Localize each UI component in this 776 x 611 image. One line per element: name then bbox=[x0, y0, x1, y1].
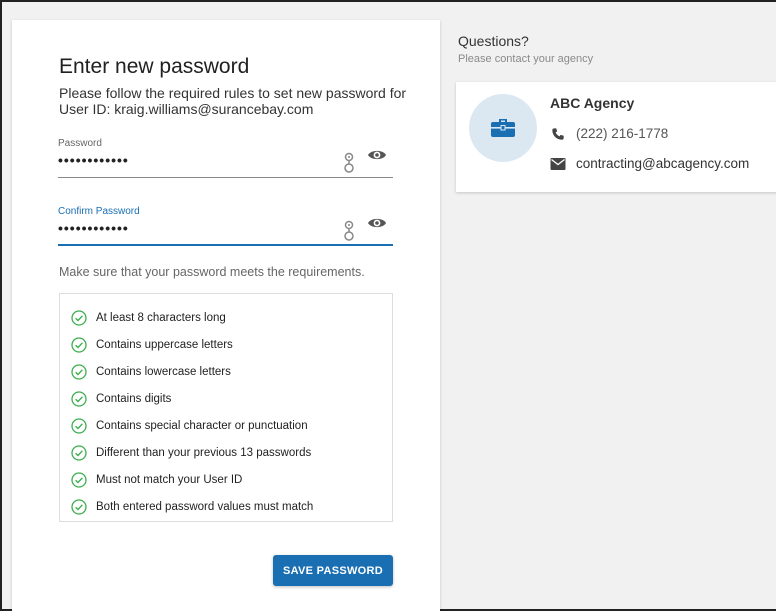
instructions: Please follow the required rules to set … bbox=[59, 85, 409, 117]
check-circle-icon bbox=[71, 309, 87, 326]
check-circle-icon bbox=[71, 444, 87, 461]
key-icon[interactable] bbox=[343, 152, 355, 174]
requirements-hint: Make sure that your password meets the r… bbox=[59, 265, 365, 279]
requirement-text: Contains digits bbox=[96, 392, 172, 405]
requirements-list: At least 8 characters long Contains uppe… bbox=[59, 293, 393, 522]
password-label: Password bbox=[58, 138, 102, 149]
save-password-button[interactable]: SAVE PASSWORD bbox=[273, 555, 393, 586]
check-circle-icon bbox=[71, 471, 87, 488]
check-circle-icon bbox=[71, 417, 87, 434]
requirement-text: Contains special character or punctuatio… bbox=[96, 419, 308, 432]
requirement-text: Different than your previous 13 password… bbox=[96, 446, 312, 459]
instructions-line1: Please follow the required rules to set … bbox=[59, 85, 407, 101]
password-input[interactable]: •••••••••••• bbox=[58, 152, 129, 168]
confirm-password-underline bbox=[58, 244, 393, 246]
check-circle-icon bbox=[71, 363, 87, 380]
agency-phone[interactable]: (222) 216-1778 bbox=[576, 126, 668, 141]
check-circle-icon bbox=[71, 498, 87, 515]
list-item: Contains lowercase letters bbox=[60, 358, 392, 385]
briefcase-icon bbox=[491, 119, 515, 137]
check-circle-icon bbox=[71, 336, 87, 353]
agency-email-row: contracting@abcagency.com bbox=[550, 156, 749, 171]
password-underline bbox=[58, 177, 393, 178]
list-item: Contains uppercase letters bbox=[60, 331, 392, 358]
key-icon[interactable] bbox=[343, 220, 355, 242]
list-item: Must not match your User ID bbox=[60, 466, 392, 493]
requirement-text: Contains uppercase letters bbox=[96, 338, 233, 351]
requirement-text: Both entered password values must match bbox=[96, 500, 314, 513]
confirm-password-input[interactable]: •••••••••••• bbox=[58, 220, 129, 236]
eye-icon[interactable] bbox=[367, 216, 387, 230]
questions-heading: Questions? bbox=[458, 33, 529, 49]
agency-name: ABC Agency bbox=[550, 95, 635, 111]
email-icon bbox=[550, 157, 566, 170]
instructions-user-id: User ID: kraig.williams@surancebay.com bbox=[59, 101, 314, 117]
password-field[interactable]: Password •••••••••••• bbox=[58, 138, 393, 178]
check-circle-icon bbox=[71, 390, 87, 407]
phone-icon bbox=[552, 127, 564, 140]
page-title: Enter new password bbox=[59, 55, 250, 78]
agency-card: ABC Agency (222) 216-1778 contracting@ab… bbox=[456, 82, 776, 192]
confirm-password-field[interactable]: Confirm Password •••••••••••• bbox=[58, 206, 393, 246]
confirm-password-label: Confirm Password bbox=[58, 206, 140, 217]
contact-note: Please contact your agency bbox=[458, 53, 594, 65]
requirement-text: Must not match your User ID bbox=[96, 473, 243, 486]
agency-phone-row: (222) 216-1778 bbox=[550, 126, 668, 141]
list-item: Contains digits bbox=[60, 385, 392, 412]
list-item: Contains special character or punctuatio… bbox=[60, 412, 392, 439]
password-card: Enter new password Please follow the req… bbox=[12, 20, 440, 611]
agency-email[interactable]: contracting@abcagency.com bbox=[576, 156, 749, 171]
list-item: Both entered password values must match bbox=[60, 493, 392, 520]
eye-icon[interactable] bbox=[367, 148, 387, 162]
list-item: Different than your previous 13 password… bbox=[60, 439, 392, 466]
list-item: At least 8 characters long bbox=[60, 304, 392, 331]
requirement-text: At least 8 characters long bbox=[96, 311, 226, 324]
avatar bbox=[469, 94, 537, 162]
requirement-text: Contains lowercase letters bbox=[96, 365, 231, 378]
